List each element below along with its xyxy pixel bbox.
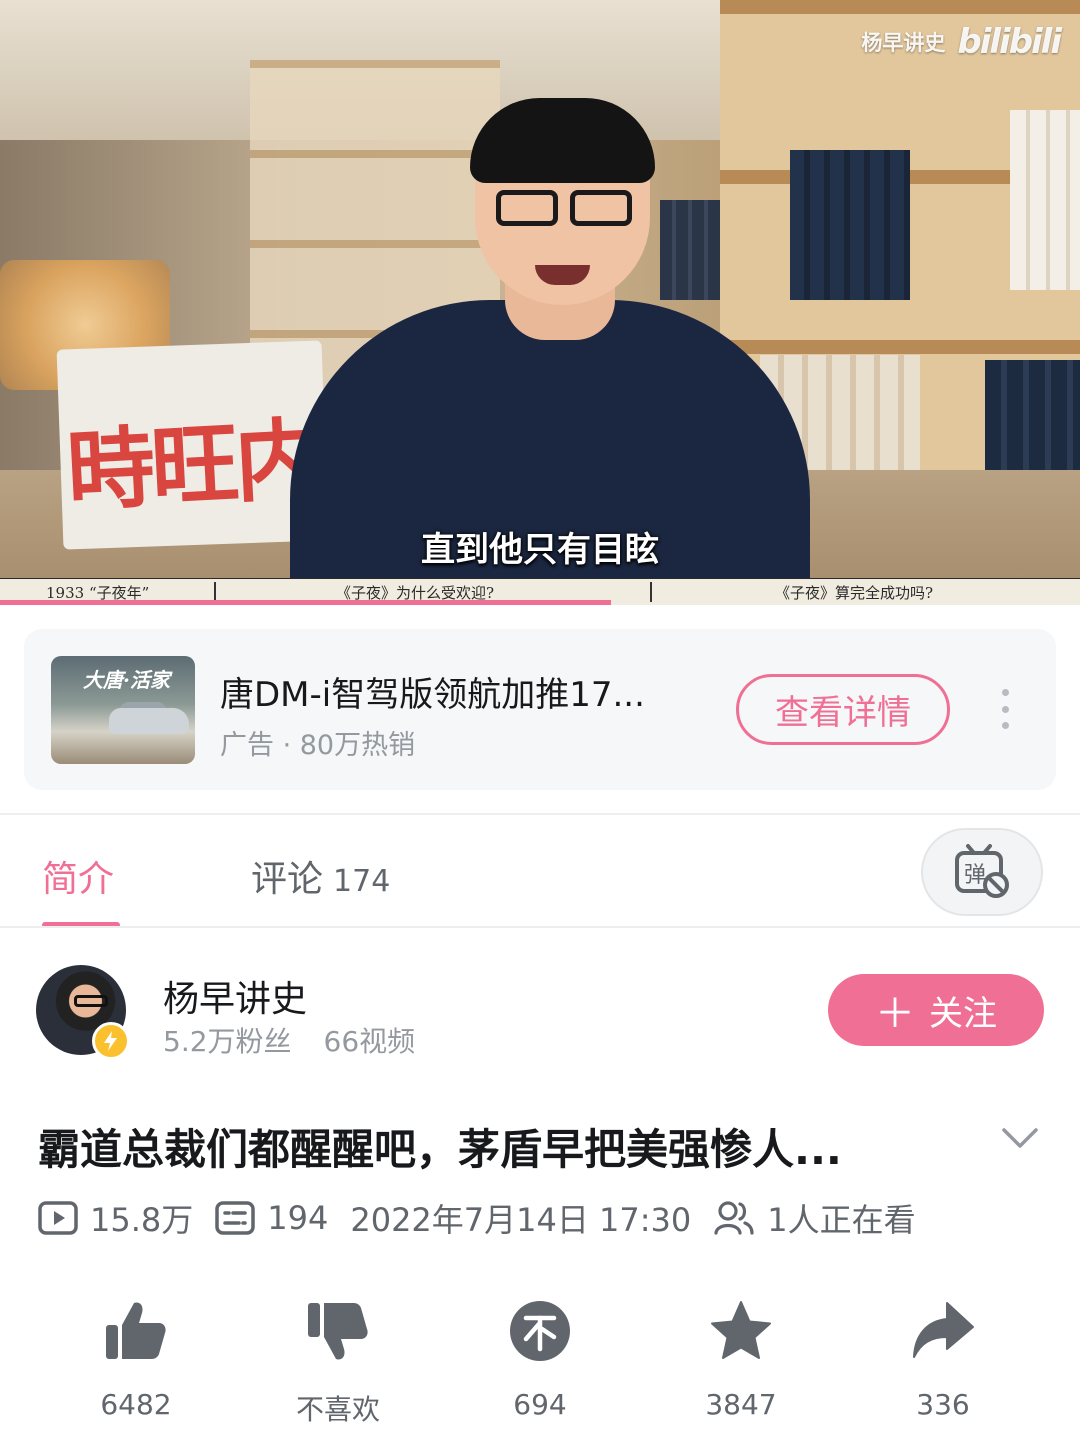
- video-meta: 15.8万 194 2022年7月14日 17:30 1人正在看: [38, 1196, 938, 1240]
- chapter-3[interactable]: 《子夜》算完全成功吗?: [775, 582, 933, 603]
- follow-button[interactable]: ＋ 关注: [828, 974, 1044, 1046]
- thumbs-down-icon: [308, 1303, 368, 1360]
- ad-title[interactable]: 唐DM-i智驾版领航加推17...: [220, 667, 700, 716]
- books: [790, 150, 910, 300]
- watching-stat: 1人正在看: [713, 1195, 916, 1241]
- coin-icon: [510, 1301, 570, 1361]
- danmaku-stat: 194: [215, 1199, 328, 1237]
- danmaku-count-icon: [215, 1201, 256, 1235]
- watching-count: 1人正在看: [767, 1201, 916, 1239]
- video-subtitle: 直到他只有目眩: [421, 530, 659, 570]
- chapter-divider: [214, 582, 216, 602]
- follow-label: 关注: [929, 993, 997, 1034]
- action-bar: 6482 不喜欢 694 3847 336: [0, 1296, 1080, 1426]
- uploader-stats: 5.2万粉丝 66视频: [163, 1020, 415, 1060]
- danmaku-off-icon: 弹: [955, 844, 1009, 898]
- favorite-count: 3847: [705, 1388, 777, 1421]
- play-count-icon: [38, 1201, 78, 1235]
- ad-details-button[interactable]: 查看详情: [736, 674, 950, 745]
- video-title: 霸道总裁们都醒醒吧，茅盾早把美强惨人...: [38, 1125, 842, 1174]
- watermark-name: 杨早讲史: [861, 31, 946, 55]
- ad-subtitle: 广告 · 80万热销: [220, 730, 416, 761]
- lightning-badge-icon: [92, 1022, 130, 1060]
- share-count: 336: [916, 1388, 970, 1421]
- chapter-divider: [650, 582, 652, 602]
- presenter-glasses: [490, 190, 640, 230]
- like-count: 6482: [100, 1388, 172, 1421]
- bilibili-logo: bilibili: [957, 22, 1062, 62]
- ad-thumbnail-text: 大唐·活家: [83, 668, 170, 692]
- danmaku-toggle-button[interactable]: 弹: [921, 828, 1043, 916]
- share-icon: [913, 1302, 974, 1358]
- car-body: [109, 708, 189, 734]
- chevron-down-icon[interactable]: [1000, 1122, 1040, 1152]
- svg-text:弹: 弹: [964, 863, 986, 888]
- like-button[interactable]: 6482: [66, 1296, 206, 1421]
- divider: [0, 926, 1080, 928]
- tab-intro[interactable]: 简介: [42, 850, 114, 902]
- dislike-button[interactable]: 不喜欢: [268, 1296, 408, 1428]
- tab-comments[interactable]: 评论 174: [251, 850, 390, 902]
- uploader-name[interactable]: 杨早讲史: [163, 970, 307, 1022]
- views-count: 15.8万: [90, 1201, 194, 1239]
- tab-comments-count: 174: [333, 864, 391, 899]
- publish-datetime: 2022年7月14日 17:30: [350, 1195, 691, 1241]
- dislike-label: 不喜欢: [295, 1393, 380, 1426]
- share-button[interactable]: 336: [873, 1296, 1013, 1421]
- publish-datetime-text: 2022年7月14日 17:30: [350, 1201, 692, 1239]
- people-watching-icon: [714, 1201, 754, 1235]
- ad-thumbnail[interactable]: 大唐·活家: [51, 656, 195, 764]
- plus-icon: ＋: [875, 991, 915, 1037]
- uploader-fans: 5.2万粉丝: [163, 1025, 292, 1058]
- coin-button[interactable]: 694: [470, 1296, 610, 1421]
- playback-progress-bar[interactable]: [0, 600, 612, 605]
- favorite-button[interactable]: 3847: [671, 1296, 811, 1421]
- watermark: 杨早讲史 bilibili: [861, 22, 1062, 62]
- views-stat: 15.8万: [38, 1195, 193, 1241]
- avatar-glasses: [74, 995, 108, 1007]
- books: [1010, 110, 1080, 290]
- coin-count: 694: [513, 1388, 567, 1421]
- uploader-videos: 66视频: [323, 1025, 416, 1058]
- tab-comments-label: 评论: [251, 859, 324, 900]
- divider: [0, 813, 1080, 815]
- more-vertical-icon[interactable]: [994, 689, 1016, 729]
- ad-card[interactable]: 大唐·活家 唐DM-i智驾版领航加推17... 广告 · 80万热销 查看详情: [24, 629, 1056, 790]
- thumbs-up-icon: [106, 1302, 166, 1359]
- books: [660, 200, 720, 300]
- danmaku-count: 194: [267, 1199, 329, 1237]
- star-icon: [711, 1301, 771, 1359]
- video-player[interactable]: 時旺内 杨早讲史 bilibili 直到他只有目眩 1933 “子夜年” 《子夜…: [0, 0, 1080, 605]
- tote-bag-print: 時旺内: [64, 406, 322, 524]
